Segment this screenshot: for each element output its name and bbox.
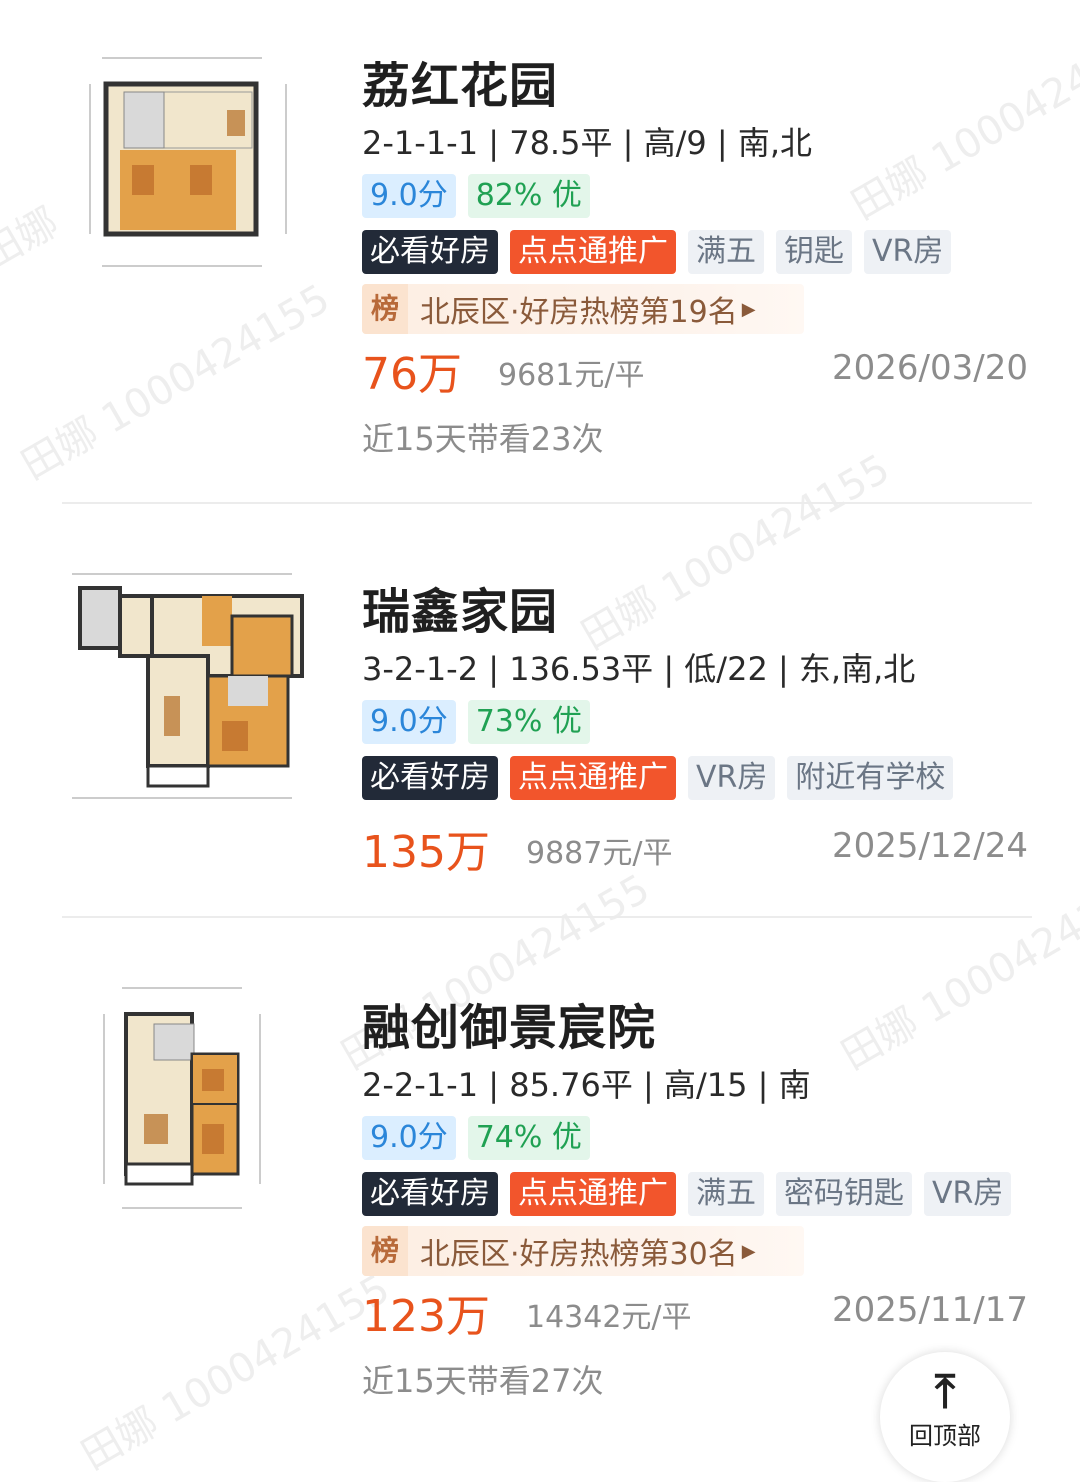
tag-row: 必看好房 点点通推广 满五 密码钥匙 VR房 bbox=[362, 1172, 1012, 1216]
watermark: 田娜 1000424155 bbox=[833, 865, 1080, 1080]
tag-must-see: 必看好房 bbox=[362, 1172, 498, 1216]
listing-date: 2025/11/17 bbox=[832, 1290, 1028, 1330]
floorplan-image bbox=[62, 40, 302, 280]
hot-rank-link[interactable]: 榜 北辰区·好房热榜第19名 ▶ bbox=[362, 284, 804, 334]
listing-date: 2025/12/24 bbox=[832, 826, 1028, 866]
listing-title[interactable]: 瑞鑫家园 bbox=[362, 572, 558, 642]
listing-date: 2026/03/20 bbox=[832, 348, 1028, 388]
rank-badge: 榜 bbox=[362, 1226, 408, 1276]
watermark: 田娜 1000424155 bbox=[13, 275, 338, 490]
watermark: 田娜 1000424155 bbox=[573, 445, 898, 660]
tag: 钥匙 bbox=[776, 230, 852, 274]
tag-promo: 点点通推广 bbox=[510, 1172, 676, 1216]
unit-price: 14342元/平 bbox=[526, 1300, 692, 1335]
rank-text: 北辰区·好房热榜第30名 bbox=[420, 1237, 738, 1272]
listing-specs: 2-2-1-1 | 85.76平 | 高/15 | 南 bbox=[362, 1066, 811, 1104]
watermark: 田娜 1000424155 bbox=[843, 15, 1080, 230]
score-badge: 9.0分 bbox=[362, 1116, 456, 1160]
total-price: 135万 bbox=[362, 827, 490, 878]
arrow-up-icon: ⤒ bbox=[934, 1364, 956, 1418]
rank-text: 北辰区·好房热榜第19名 bbox=[420, 295, 738, 330]
quality-badge: 82% 优 bbox=[467, 174, 590, 218]
divider bbox=[62, 916, 1032, 918]
chevron-right-icon: ▶ bbox=[741, 1240, 756, 1262]
view-count: 近15天带看27次 bbox=[362, 1362, 604, 1400]
rating-row: 9.0分 82% 优 bbox=[362, 174, 590, 218]
listing-specs: 2-1-1-1 | 78.5平 | 高/9 | 南,北 bbox=[362, 124, 813, 162]
quality-badge: 73% 优 bbox=[467, 700, 590, 744]
tag-row: 必看好房 点点通推广 满五 钥匙 VR房 bbox=[362, 230, 952, 274]
listing-title[interactable]: 荔红花园 bbox=[362, 46, 558, 116]
tag-promo: 点点通推广 bbox=[510, 756, 676, 800]
listing-title[interactable]: 融创御景宸院 bbox=[362, 988, 656, 1058]
rank-badge: 榜 bbox=[362, 284, 408, 334]
tag: 满五 bbox=[688, 230, 764, 274]
hot-rank-link[interactable]: 榜 北辰区·好房热榜第30名 ▶ bbox=[362, 1226, 804, 1276]
tag-must-see: 必看好房 bbox=[362, 230, 498, 274]
tag: 附近有学校 bbox=[787, 756, 954, 800]
tag: VR房 bbox=[864, 230, 952, 274]
tag: VR房 bbox=[924, 1172, 1012, 1216]
back-to-top-button[interactable]: ⤒ 回顶部 bbox=[880, 1352, 1010, 1482]
back-to-top-label: 回顶部 bbox=[909, 1422, 981, 1450]
floorplan-image bbox=[52, 566, 312, 806]
watermark: 田娜 1000424155 bbox=[73, 1265, 398, 1480]
tag-row: 必看好房 点点通推广 VR房 附近有学校 bbox=[362, 756, 954, 800]
floorplan-image bbox=[92, 984, 272, 1214]
unit-price: 9681元/平 bbox=[498, 358, 645, 393]
chevron-right-icon: ▶ bbox=[741, 298, 756, 320]
view-count: 近15天带看23次 bbox=[362, 420, 604, 458]
unit-price: 9887元/平 bbox=[526, 836, 673, 871]
rating-row: 9.0分 74% 优 bbox=[362, 1116, 590, 1160]
tag: 满五 bbox=[688, 1172, 764, 1216]
tag-must-see: 必看好房 bbox=[362, 756, 498, 800]
total-price: 123万 bbox=[362, 1291, 490, 1342]
tag-promo: 点点通推广 bbox=[510, 230, 676, 274]
rating-row: 9.0分 73% 优 bbox=[362, 700, 590, 744]
listing-specs: 3-2-1-2 | 136.53平 | 低/22 | 东,南,北 bbox=[362, 650, 916, 688]
divider bbox=[62, 502, 1032, 504]
total-price: 76万 bbox=[362, 349, 462, 400]
score-badge: 9.0分 bbox=[362, 174, 456, 218]
score-badge: 9.0分 bbox=[362, 700, 456, 744]
quality-badge: 74% 优 bbox=[467, 1116, 590, 1160]
tag: 密码钥匙 bbox=[776, 1172, 912, 1216]
tag: VR房 bbox=[688, 756, 776, 800]
